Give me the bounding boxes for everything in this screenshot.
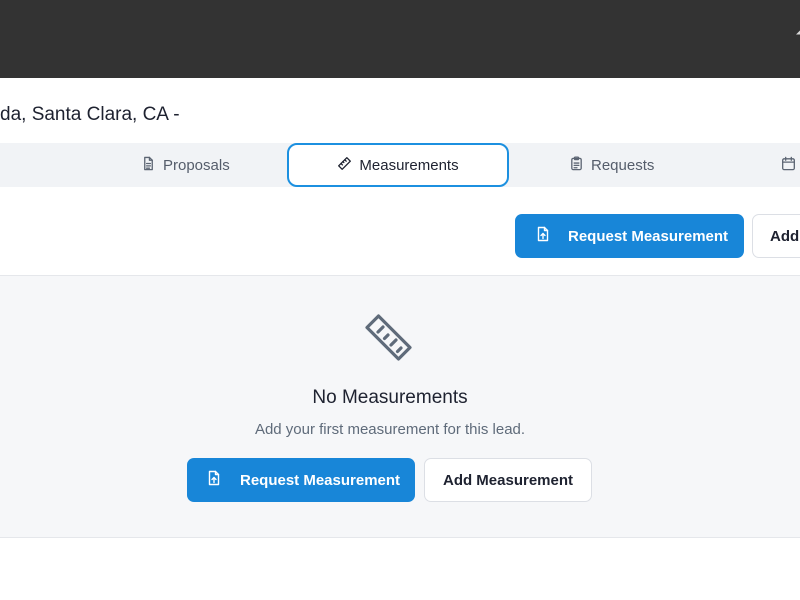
tab-requests-label: Requests — [591, 156, 655, 174]
add-button-label: Add — [770, 227, 800, 245]
file-upload-icon — [206, 470, 222, 490]
add-measurement-button[interactable]: Add Measurement — [424, 458, 592, 502]
document-icon — [141, 156, 156, 175]
clipboard-icon — [569, 155, 584, 175]
tab-proposals-label: Proposals — [163, 156, 230, 174]
request-measurement-button[interactable]: Request Measurement — [515, 214, 744, 258]
empty-state-subtitle: Add your first measurement for this lead… — [254, 421, 526, 438]
app-top-bar: ◢ — [0, 0, 800, 78]
file-upload-icon — [535, 226, 551, 246]
tab-requests[interactable]: Requests — [569, 143, 654, 187]
ruler-icon — [337, 156, 352, 175]
add-measurement-button-truncated[interactable]: Add — [752, 214, 800, 258]
tab-calendar[interactable] — [781, 143, 800, 187]
lead-tabs: Proposals Measurements Requests — [0, 143, 800, 187]
add-measurement-label: Add Measurement — [442, 471, 574, 489]
tab-measurements-label: Measurements — [359, 156, 459, 174]
empty-request-measurement-label: Request Measurement — [240, 471, 401, 489]
request-measurement-label: Request Measurement — [568, 227, 729, 245]
calendar-icon — [781, 156, 796, 175]
tab-proposals[interactable]: Proposals — [141, 143, 230, 187]
empty-state-title: No Measurements — [312, 387, 468, 408]
lead-address-title: da, Santa Clara, CA - — [0, 104, 180, 125]
ruler-icon — [362, 311, 416, 365]
empty-request-measurement-button[interactable]: Request Measurement — [187, 458, 415, 502]
topbar-edge-icon: ◢ — [796, 22, 800, 36]
tab-measurements[interactable]: Measurements — [287, 143, 509, 187]
